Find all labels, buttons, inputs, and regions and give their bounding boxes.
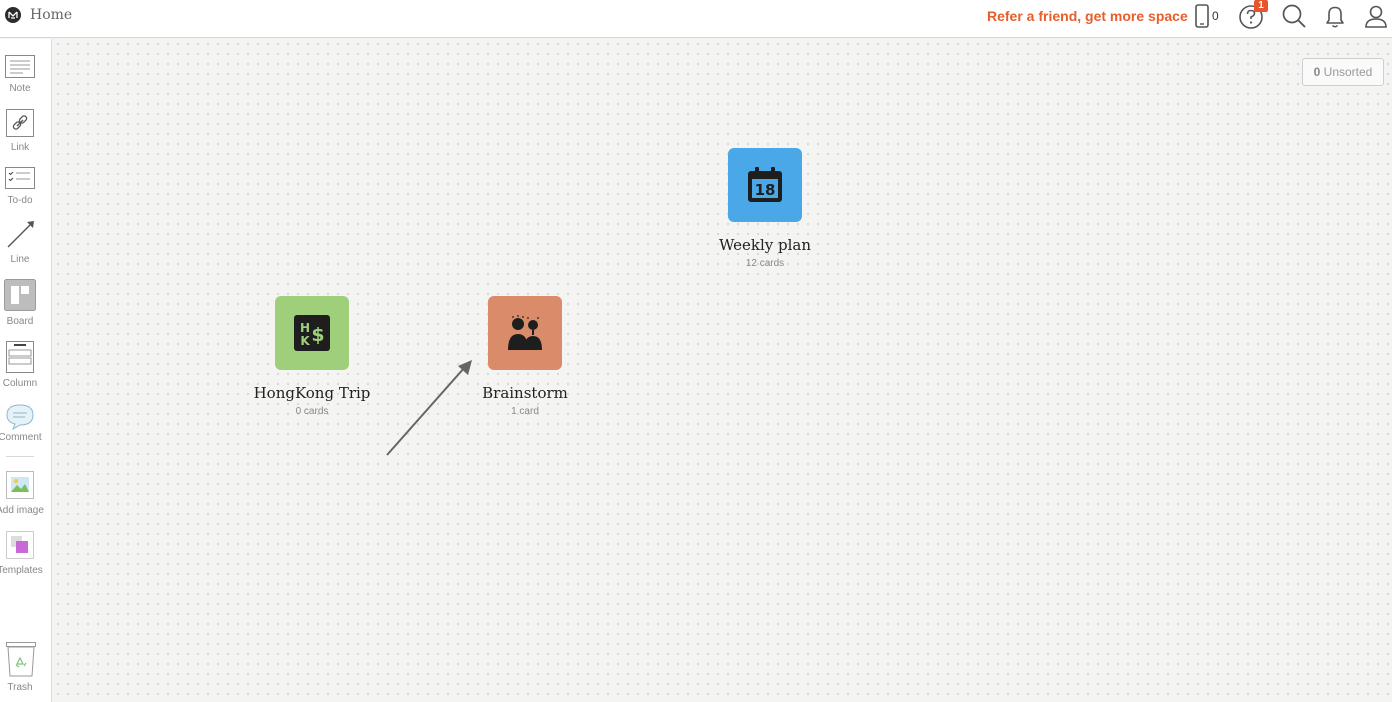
board-tile[interactable]: 18 [728, 148, 802, 222]
tool-label: Column [2, 378, 38, 389]
board-card-count: 12 cards [745, 258, 785, 269]
board-card-count: 0 cards [295, 406, 329, 417]
search-icon[interactable] [1281, 3, 1307, 29]
board-tile[interactable]: H K $ [275, 296, 349, 370]
device-count: 0 [1212, 9, 1219, 23]
note-icon [5, 55, 35, 78]
tool-label: To-do [7, 195, 33, 206]
image-icon [6, 471, 34, 499]
line-icon [7, 221, 34, 248]
board-name: Weekly plan [718, 236, 812, 254]
tool-label: Comment [0, 432, 42, 443]
tool-label: Line [10, 254, 30, 265]
trash-icon [6, 642, 36, 677]
tool-label: Trash [7, 682, 33, 693]
sidebar-toolbar: Note Link To-do Line Board Column Commen… [0, 39, 52, 702]
board-hongkong-trip[interactable]: H K $ HongKong Trip 0 cards [237, 296, 387, 421]
templates-icon [6, 531, 34, 559]
board-name: HongKong Trip [253, 384, 371, 402]
brainstorm-icon [508, 315, 542, 350]
svg-text:$: $ [311, 324, 324, 346]
board-icon [4, 279, 36, 311]
top-bar: Home Refer a friend, get more space 0 1 [0, 0, 1392, 38]
unsorted-count: 0 [1313, 65, 1321, 79]
calendar-day: 18 [755, 181, 776, 199]
unsorted-button[interactable]: 0 Unsorted [1302, 58, 1384, 86]
tool-label: Board [6, 316, 34, 327]
comment-icon [6, 404, 34, 431]
calendar-icon: 18 [748, 167, 782, 202]
help-badge: 1 [1254, 0, 1268, 12]
board-name: Brainstorm [482, 384, 568, 402]
board-card-count: 1 card [511, 406, 539, 417]
sidebar-divider [6, 456, 34, 457]
hk-dollar-icon: H K $ [294, 315, 330, 351]
refer-friend-link[interactable]: Refer a friend, get more space [987, 8, 1188, 24]
column-icon [6, 341, 34, 373]
tool-label: Link [10, 142, 30, 153]
tool-label: Templates [0, 565, 43, 576]
link-icon [6, 109, 34, 137]
logo-icon[interactable] [5, 7, 21, 23]
bell-icon[interactable] [1322, 3, 1348, 29]
svg-text:H: H [300, 321, 310, 335]
tool-label: Add image [0, 505, 44, 516]
unsorted-label: Unsorted [1323, 65, 1373, 79]
svg-text:K: K [300, 334, 310, 348]
page-title[interactable]: Home [30, 7, 72, 23]
board-weekly-plan[interactable]: 18 Weekly plan 12 cards [690, 148, 840, 273]
todo-icon [5, 167, 35, 189]
board-tile[interactable] [488, 296, 562, 370]
tool-label: Note [9, 83, 31, 94]
user-icon[interactable] [1363, 3, 1389, 29]
board-brainstorm[interactable]: Brainstorm 1 card [450, 296, 600, 421]
